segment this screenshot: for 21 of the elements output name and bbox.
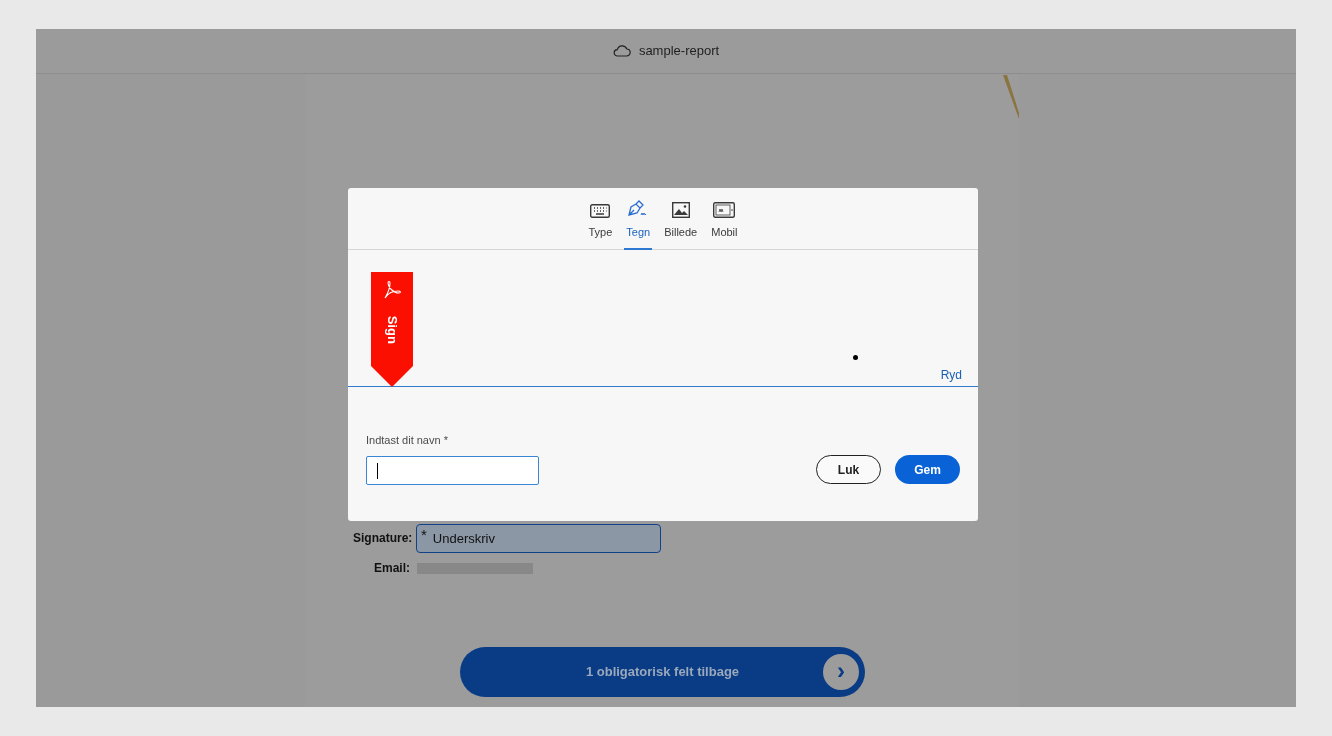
image-icon — [671, 201, 690, 218]
tab[interactable]: Mobil — [709, 200, 740, 250]
field-label: Indtast dit navn * — [366, 433, 448, 448]
clear-link[interactable]: Ryd — [940, 366, 962, 384]
field-label: Email: — [373, 560, 410, 577]
signature-field[interactable]: * Underskriv — [416, 523, 661, 553]
sign-label: Sign — [383, 315, 401, 344]
keyboard-icon — [590, 203, 611, 218]
tab[interactable]: Tegn — [624, 200, 653, 250]
document-title: sample-report — [638, 42, 720, 61]
tab[interactable]: Type — [586, 200, 615, 250]
name-input[interactable] — [366, 456, 539, 485]
progress-button[interactable]: 1 obligatorisk felt tilbage › — [460, 647, 865, 697]
tab[interactable]: Billede — [662, 200, 700, 250]
save-button[interactable]: Gem — [895, 455, 960, 484]
close-button[interactable]: Luk — [816, 455, 881, 484]
field-label: Signature: — [353, 530, 410, 547]
tablet-icon — [713, 201, 736, 218]
decoration-stripe — [1003, 75, 1019, 119]
cloud-icon — [612, 45, 631, 57]
next-icon[interactable]: › — [823, 654, 859, 690]
